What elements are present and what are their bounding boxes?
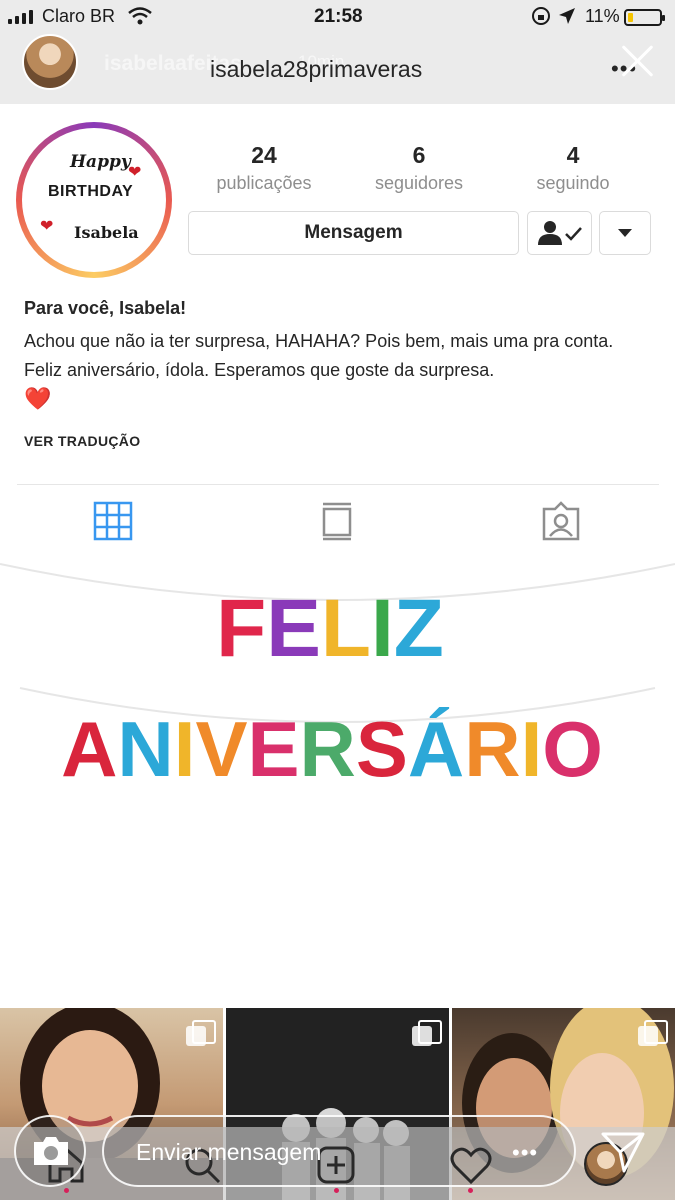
heart-icon-decor: ❤ [40, 218, 54, 235]
bio-heart-emoji: ❤️ [24, 386, 52, 411]
multiple-photos-icon [638, 1020, 668, 1046]
location-icon [559, 8, 575, 24]
tagged-icon[interactable] [541, 501, 581, 541]
reply-placeholder: Enviar mensagem [136, 1139, 322, 1165]
avatar-text-birthday: BIRTHDAY [48, 183, 134, 200]
stat-following[interactable]: 4 seguindo [498, 142, 648, 194]
stat-following-label: seguindo [536, 173, 610, 193]
multiple-photos-icon [186, 1020, 216, 1046]
profile-tabs [17, 484, 659, 556]
wifi-icon [128, 7, 152, 25]
banner-text-feliz: FELIZ [216, 583, 444, 674]
close-icon[interactable] [618, 40, 658, 80]
carrier-name: Claro BR [42, 6, 116, 26]
see-translation-link[interactable]: VER TRADUÇÃO [24, 433, 140, 449]
bio-text: Achou que não ia ter surpresa, HAHAHA? P… [24, 331, 614, 380]
suggestions-dropdown-button[interactable] [599, 211, 651, 255]
stat-posts-value: 24 [251, 142, 277, 168]
stat-posts[interactable]: 24 publicações [189, 142, 339, 194]
feliz-aniversario-banner[interactable]: FELIZ ANIVERSÁRIO [0, 556, 675, 1008]
profile-username: isabela28primaveras [210, 56, 423, 82]
message-button[interactable]: Mensagem [188, 211, 519, 255]
home-indicator-dot [64, 1188, 69, 1193]
banner-text-aniversario: ANIVERSÁRIO [61, 705, 603, 793]
stat-following-value: 4 [566, 142, 580, 168]
avatar-text-name: Isabela [74, 223, 139, 242]
user-check-icon [537, 221, 582, 245]
stat-followers-label: seguidores [374, 173, 464, 193]
send-icon[interactable] [600, 1130, 646, 1174]
signal-icon [8, 10, 33, 24]
avatar-text-happy: Happy [70, 152, 131, 172]
rotation-lock-icon [532, 7, 550, 25]
story-reply-input[interactable]: Enviar mensagem [102, 1115, 576, 1187]
story-author-avatar[interactable] [22, 34, 78, 90]
feed-icon[interactable] [317, 501, 357, 541]
add-indicator-dot [334, 1188, 339, 1193]
heart-icon-decor: ❤ [128, 164, 142, 181]
profile-avatar[interactable]: Happy ❤ BIRTHDAY ❤ Isabela [16, 122, 172, 278]
stat-followers-value: 6 [412, 142, 426, 168]
grid-icon[interactable] [93, 501, 133, 541]
status-bar: Claro BR 21:58 11% [0, 0, 675, 34]
battery-percent: 11% [585, 6, 620, 26]
stat-posts-label: publicações [216, 173, 312, 193]
more-options-icon[interactable]: ••• [512, 1140, 538, 1166]
activity-indicator-dot [468, 1188, 473, 1193]
battery-icon [624, 9, 665, 26]
bio-name: Para você, Isabela! [24, 298, 187, 318]
following-button[interactable] [527, 211, 592, 255]
chevron-down-icon [618, 229, 632, 237]
multiple-photos-icon [412, 1020, 442, 1046]
avatar-image: Happy ❤ BIRTHDAY ❤ Isabela [22, 128, 166, 272]
camera-button[interactable] [14, 1115, 86, 1187]
clock: 21:58 [314, 6, 363, 27]
camera-icon [34, 1137, 68, 1165]
stat-followers[interactable]: 6 seguidores [344, 142, 494, 194]
